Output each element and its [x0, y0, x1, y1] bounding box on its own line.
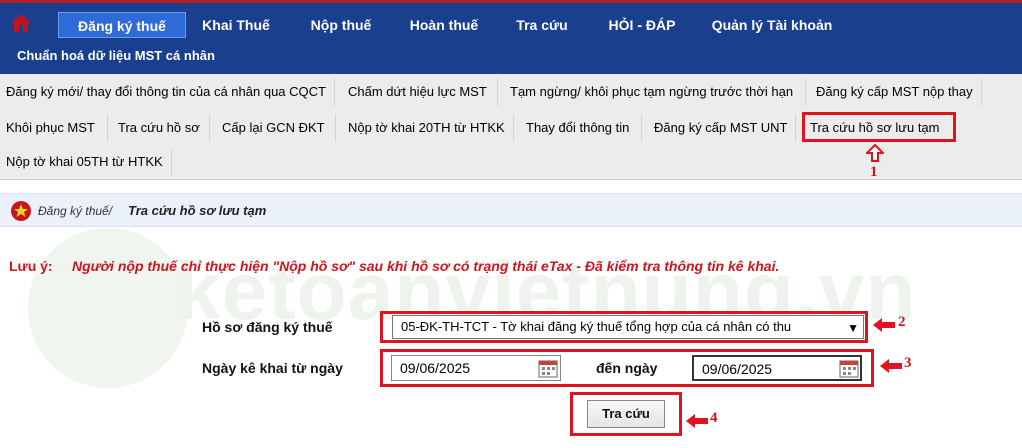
emblem-icon: [11, 201, 31, 221]
highlight-tra-cuu-ho-so-luu-tam: [802, 112, 956, 142]
submenu-tam-ngung[interactable]: Tạm ngừng/ khôi phục tạm ngừng trước thờ…: [504, 78, 806, 106]
page: Đăng ký thuế Khai Thuế Nộp thuế Hoàn thu…: [0, 0, 1022, 448]
annotation-2: 2: [898, 314, 906, 330]
arrow-left-icon: [880, 359, 902, 373]
breadcrumb-current: Tra cứu hồ sơ lưu tạm: [128, 203, 267, 218]
breadcrumb: Đăng ký thuế/ Tra cứu hồ sơ lưu tạm: [0, 193, 1022, 227]
nav-hoi-dap[interactable]: HỎI - ĐÁP: [592, 12, 692, 38]
submenu-cham-dut-hieu-luc[interactable]: Chấm dứt hiệu lực MST: [342, 78, 498, 106]
to-date-input[interactable]: 09/06/2025: [692, 355, 862, 381]
profile-select[interactable]: 05-ĐK-TH-TCT - Tờ khai đăng ký thuế tổng…: [392, 315, 864, 339]
nav-quan-ly-tai-khoan[interactable]: Quản lý Tài khoản: [700, 12, 844, 38]
note-text: Người nộp thuế chỉ thực hiện "Nộp hồ sơ"…: [72, 258, 780, 274]
nav-dang-ky-thue[interactable]: Đăng ký thuế: [58, 12, 186, 38]
arrow-up-icon: [866, 144, 884, 162]
submenu-cap-lai-gcn[interactable]: Cấp lại GCN ĐKT: [216, 114, 336, 142]
nav-hoan-thue[interactable]: Hoàn thuế: [398, 12, 490, 38]
submenu-dang-ky-cap-mst-unt[interactable]: Đăng ký cấp MST UNT: [648, 114, 796, 142]
submenu-khoi-phuc-mst[interactable]: Khôi phục MST: [0, 114, 108, 142]
submenu-thay-doi-thong-tin[interactable]: Thay đổi thông tin: [520, 114, 642, 142]
note-label: Lưu ý:: [9, 258, 53, 274]
calendar-icon[interactable]: [839, 358, 859, 378]
arrow-left-icon: [686, 414, 708, 428]
annotation-3: 3: [904, 355, 912, 371]
submenu-dang-ky-cap-mst-nop-thay[interactable]: Đăng ký cấp MST nộp thay: [810, 78, 982, 106]
submenu-nop-to-khai-20th[interactable]: Nộp tờ khai 20TH từ HTKK: [342, 114, 514, 142]
to-date-label: đến ngày: [596, 360, 658, 376]
home-icon[interactable]: [10, 12, 32, 34]
date-from-label: Ngày kê khai từ ngày: [202, 360, 343, 376]
profile-label: Hồ sơ đăng ký thuế: [202, 319, 333, 335]
breadcrumb-home[interactable]: Đăng ký thuế/: [38, 204, 112, 218]
watermark-logo-icon: [28, 228, 188, 388]
arrow-left-icon: [873, 318, 895, 332]
nav-chuan-hoa-du-lieu[interactable]: Chuẩn hoá dữ liệu MST cá nhân: [17, 48, 215, 63]
nav-khai-thue[interactable]: Khai Thuế: [190, 12, 282, 38]
chevron-down-icon: ▼: [847, 321, 859, 335]
submenu-nop-to-khai-05th[interactable]: Nộp tờ khai 05TH từ HTKK: [0, 148, 172, 176]
annotation-4: 4: [710, 410, 718, 426]
top-navigation: Đăng ký thuế Khai Thuế Nộp thuế Hoàn thu…: [0, 0, 1022, 74]
nav-nop-thue[interactable]: Nộp thuế: [296, 12, 386, 38]
annotation-1: 1: [870, 164, 878, 180]
submenu-dang-ky-moi[interactable]: Đăng ký mới/ thay đổi thông tin của cá n…: [0, 78, 335, 106]
submenu-tra-cuu-ho-so[interactable]: Tra cứu hồ sơ: [112, 114, 210, 142]
top-stripe: [0, 0, 1022, 3]
search-button[interactable]: Tra cứu: [587, 400, 665, 428]
profile-select-value: 05-ĐK-TH-TCT - Tờ khai đăng ký thuế tổng…: [401, 319, 792, 334]
nav-tra-cuu[interactable]: Tra cứu: [502, 12, 582, 38]
calendar-icon[interactable]: [538, 358, 558, 378]
from-date-input[interactable]: 09/06/2025: [391, 355, 561, 381]
